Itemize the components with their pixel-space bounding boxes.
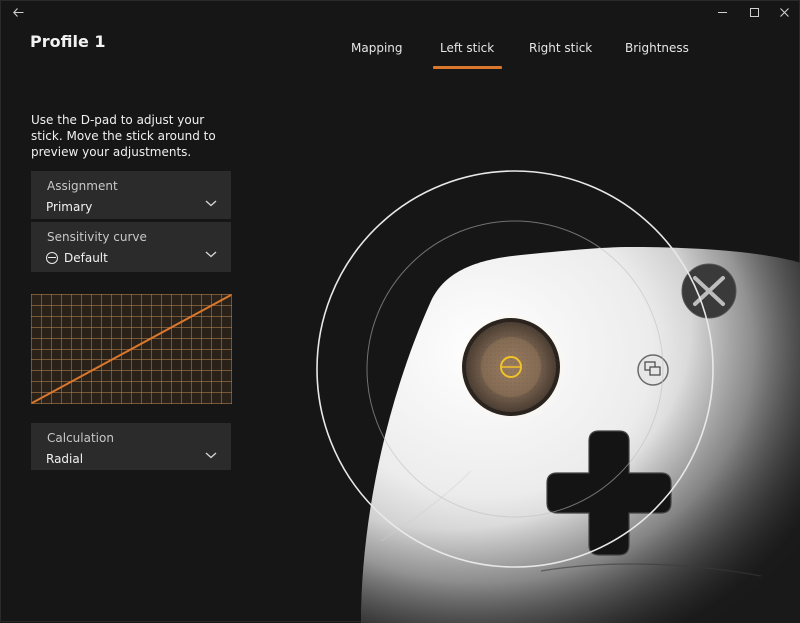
sensitivity-curve-graph (31, 294, 232, 404)
sensitivity-curve-value: Default (46, 251, 108, 265)
back-arrow-icon (12, 7, 23, 17)
calculation-label: Calculation (47, 431, 114, 445)
tab-brightness[interactable]: Brightness (625, 41, 689, 55)
assignment-value: Primary (46, 200, 93, 214)
stick-preview (261, 101, 800, 623)
curve-default-icon (46, 252, 58, 264)
instructions-text: Use the D-pad to adjust your stick. Move… (31, 113, 216, 159)
minimize-button[interactable] (707, 1, 737, 23)
curve-plot (31, 294, 232, 404)
profile-title: Profile 1 (30, 32, 106, 51)
maximize-button[interactable] (739, 1, 769, 23)
maximize-icon (749, 7, 759, 17)
title-bar (1, 1, 800, 23)
assignment-dropdown[interactable]: Assignment Primary (31, 171, 231, 219)
assignment-label: Assignment (47, 179, 118, 193)
close-button[interactable] (769, 1, 799, 23)
app-window: Profile 1 Mapping Left stick Right stick… (0, 0, 800, 623)
controller-image (316, 170, 800, 623)
tab-right-stick[interactable]: Right stick (529, 41, 592, 55)
tab-left-stick[interactable]: Left stick (432, 41, 503, 69)
sensitivity-curve-label: Sensitivity curve (47, 230, 147, 244)
tab-mapping[interactable]: Mapping (351, 41, 403, 55)
calculation-dropdown[interactable]: Calculation Radial (31, 423, 231, 470)
sensitivity-curve-dropdown[interactable]: Sensitivity curve Default (31, 222, 231, 272)
sensitivity-curve-value-text: Default (64, 251, 108, 265)
chevron-down-icon (205, 249, 217, 259)
calculation-value: Radial (46, 452, 84, 466)
close-icon (779, 7, 789, 17)
back-button[interactable] (3, 1, 33, 23)
minimize-icon (717, 11, 727, 13)
chevron-down-icon (205, 198, 217, 208)
chevron-down-icon (205, 450, 217, 460)
